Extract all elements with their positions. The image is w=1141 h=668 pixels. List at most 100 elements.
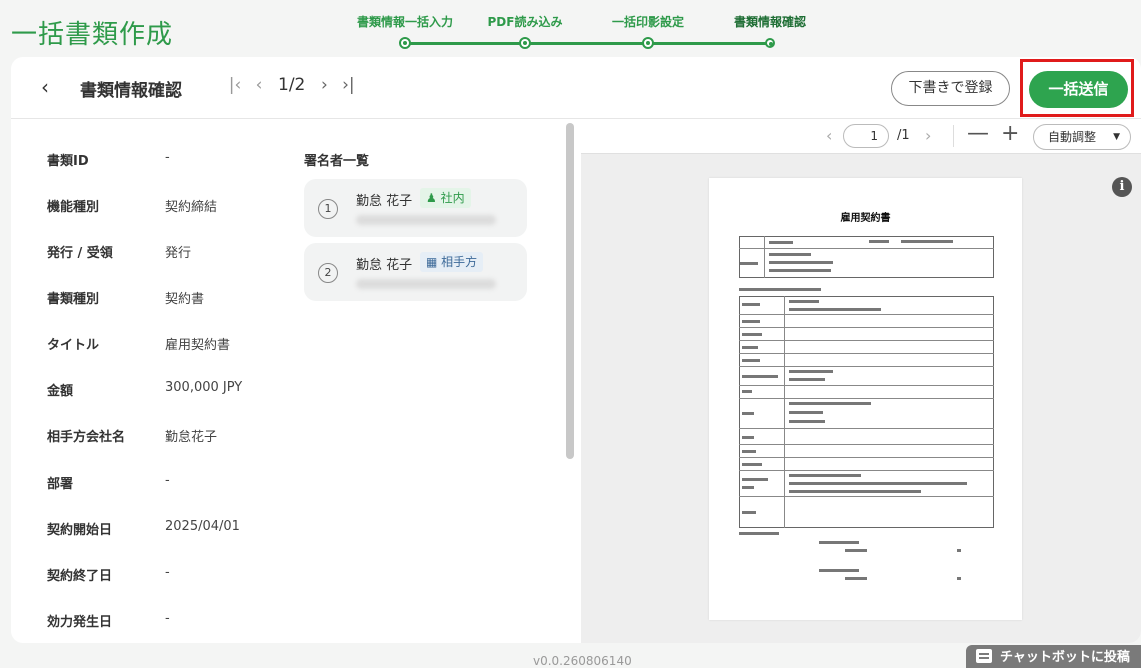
pdf-text-line [845,577,867,580]
pdf-text-line [957,577,961,580]
viewer-divider [953,125,954,147]
signer-number: 2 [318,263,338,283]
viewer-prev-icon[interactable]: ‹ [826,126,832,145]
pdf-rule [739,496,994,497]
signer-tag-label: 社内 [440,191,465,205]
step-done-dot [519,37,531,49]
pdf-text-line [742,412,754,415]
pdf-text-line [742,359,760,362]
pdf-text-line [769,269,831,272]
pdf-rule [739,314,994,315]
first-page-icon[interactable]: |‹ [226,75,244,95]
pdf-text-line [789,482,967,485]
pdf-text-line [742,346,758,349]
toolbar: ‹ 書類情報確認 |‹ ‹ 1/2 › ›| 下書きで登録 一括送信 [11,57,1141,119]
zoom-in-icon[interactable]: + [1001,121,1019,146]
pager-text: 1/2 [278,75,306,95]
pdf-text-line [742,511,756,514]
pdf-terms-table [739,296,994,528]
pdf-text-line [769,261,833,264]
signer-tag-label: 相手方 [441,255,478,269]
building-icon: ▦ [426,255,438,269]
field-department: 部署 - [47,473,170,493]
field-effective-date: 効力発生日 - [47,611,170,631]
pdf-rule [739,248,994,249]
details-scrollbar[interactable] [566,123,574,459]
field-label: 契約開始日 [47,523,113,538]
zoom-select-label: 自動調整 [1048,130,1097,144]
pdf-text-line [845,549,867,552]
next-page-icon[interactable]: › [315,75,333,95]
pdf-rule [739,366,994,367]
caret-down-icon: ▼ [1113,132,1120,142]
pdf-viewer: ‹ 1 /1 › — + 自動調整 ▼ i 雇用契約書 [581,120,1141,643]
viewer-next-icon[interactable]: › [925,126,931,145]
pdf-text-line [742,320,760,323]
pdf-text-line [789,420,825,423]
viewer-page-input[interactable]: 1 [843,124,889,148]
users-icon: ♟ [426,191,437,205]
pdf-text-line [789,308,881,311]
field-value: 300,000 JPY [165,380,243,395]
zoom-select[interactable]: 自動調整 ▼ [1033,124,1131,150]
last-page-icon[interactable]: ›| [339,75,357,95]
chevron-left-icon[interactable]: ‹ [41,75,49,99]
bulk-send-button[interactable]: 一括送信 [1029,71,1128,108]
pdf-rule [739,444,994,445]
field-label: 金額 [47,384,74,399]
step-seal-settings: 一括印影設定 [600,13,696,49]
document-details: 書類ID - 機能種別 契約締結 発行 / 受領 発行 書類種別 契約書 タイト… [11,120,581,643]
field-contract-end: 契約終了日 - [47,565,170,585]
zoom-out-icon[interactable]: — [967,121,989,146]
prev-page-icon[interactable]: ‹ [250,75,268,95]
field-document-type: 書類種別 契約書 [47,288,204,308]
step-label: 一括印影設定 [611,15,684,29]
signer-card: 2 勤怠 花子 ▦ 相手方 [304,243,527,301]
signers-title: 署名者一覧 [304,154,370,169]
signer-number: 1 [318,199,338,219]
signer-tag-internal: ♟ 社内 [420,188,471,208]
field-amount: 金額 300,000 JPY [47,380,242,400]
save-draft-button[interactable]: 下書きで登録 [891,71,1010,106]
step-label: 書類情報確認 [733,15,806,29]
pdf-text-line [742,333,762,336]
field-label: 発行 / 受領 [47,246,113,261]
field-document-id: 書類ID - [47,150,170,170]
viewer-page-total: /1 [897,128,910,143]
field-label: 効力発生日 [47,615,113,630]
field-label: 契約終了日 [47,569,113,584]
step-confirm: 書類情報確認 [720,13,820,48]
pdf-rule [739,470,994,471]
chatbot-button[interactable]: チャットボットに投稿 [966,645,1141,668]
signer-email-redacted [356,279,496,289]
field-title: タイトル 雇用契約書 [47,334,230,354]
field-function-type: 機能種別 契約締結 [47,196,217,216]
step-done-dot [642,37,654,49]
field-value: - [165,565,170,580]
progress-stepper: 書類情報一括入力 PDF読み込み 一括印影設定 書類情報確認 [340,13,820,53]
info-icon[interactable]: i [1112,177,1132,197]
field-value: 発行 [165,246,192,261]
pdf-text-line [742,450,756,453]
pdf-text-line [739,532,779,535]
pdf-text-line [789,402,871,405]
field-value: 雇用契約書 [165,338,231,353]
pdf-text-line [869,240,889,243]
pdf-text-line [742,478,768,481]
pdf-text-line [901,240,953,243]
pdf-text-line [789,370,833,373]
signer-email-redacted [356,215,496,225]
pdf-text-line [739,288,821,291]
pdf-text-line [789,490,921,493]
pdf-rule [784,296,785,528]
pdf-rule [739,340,994,341]
field-value: 契約書 [165,292,205,307]
signer-name: 勤怠 花子 [356,258,413,273]
field-value: 勤怠花子 [165,430,218,445]
pdf-text-line [789,300,819,303]
stepper-line [405,42,770,45]
field-partner-company: 相手方会社名 勤怠花子 [47,426,217,446]
pdf-rule [764,236,765,278]
pdf-page-preview: 雇用契約書 [709,178,1022,620]
pdf-text-line [819,541,859,544]
